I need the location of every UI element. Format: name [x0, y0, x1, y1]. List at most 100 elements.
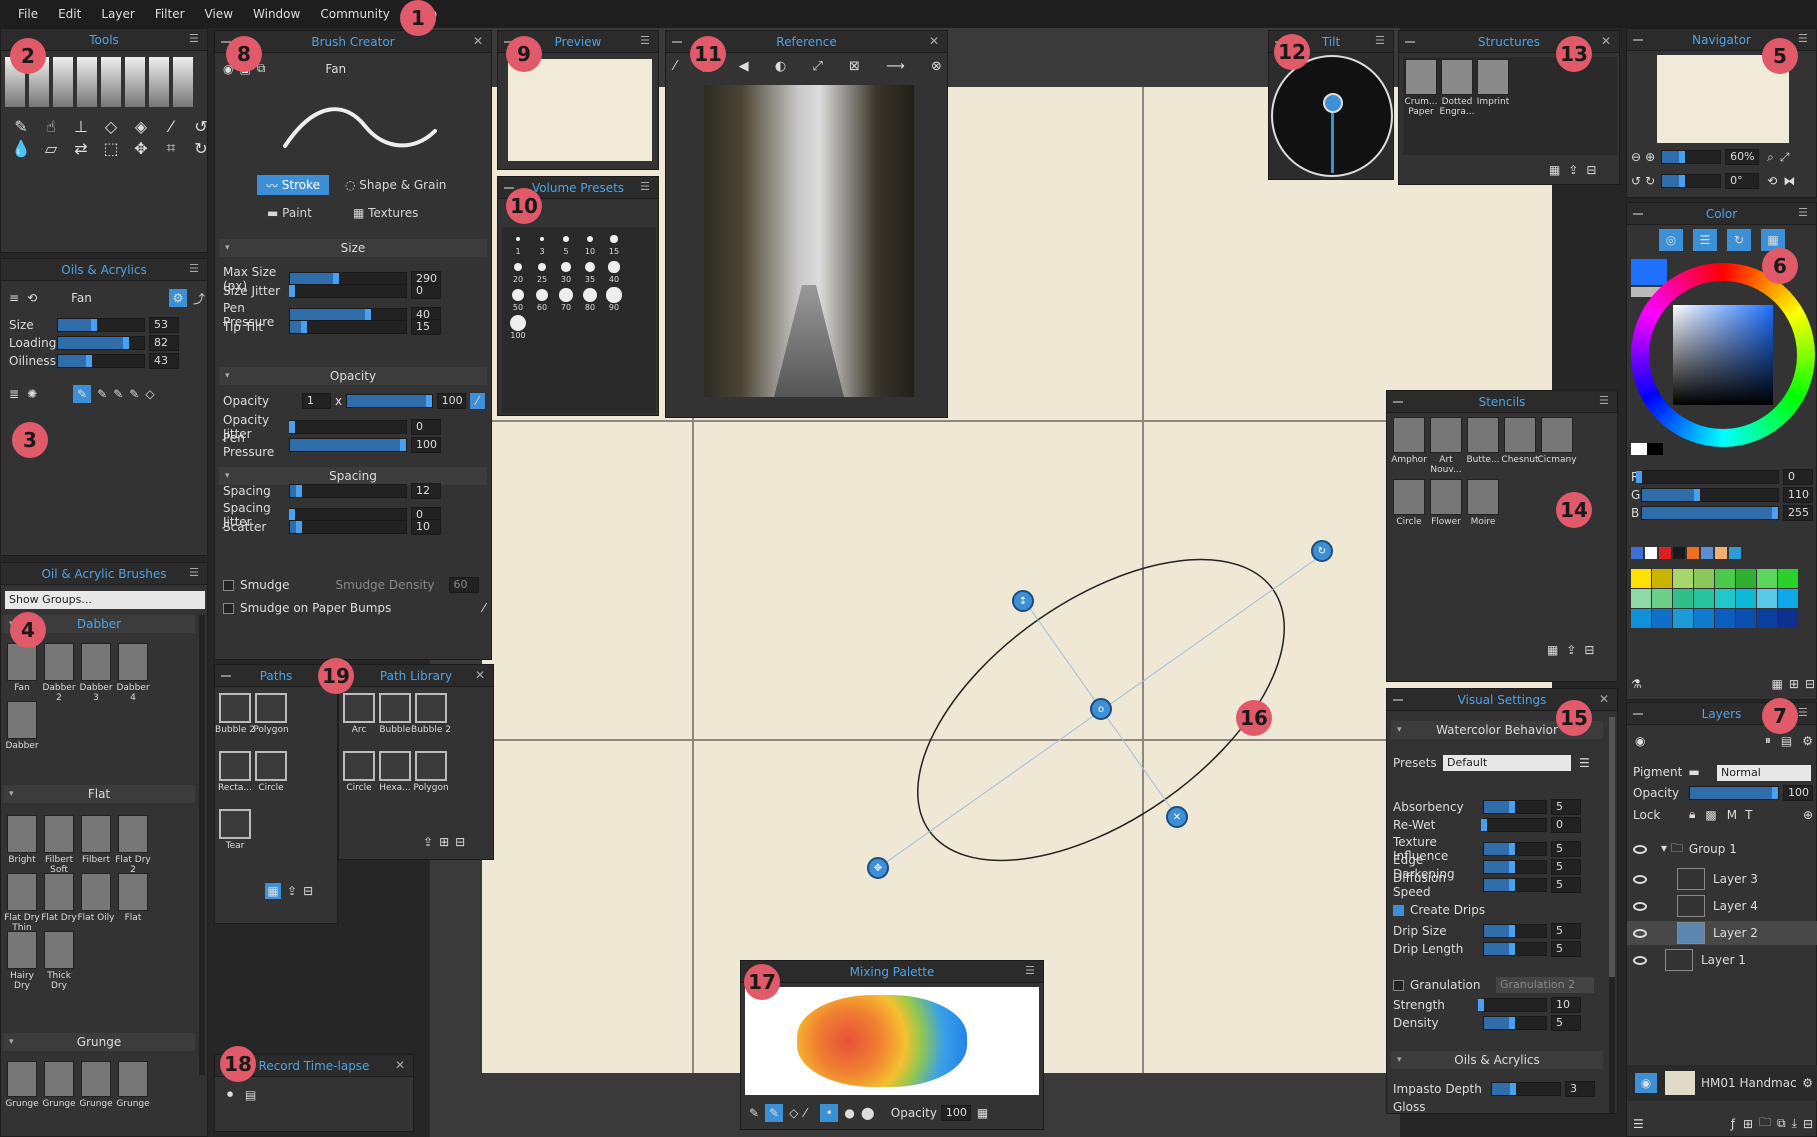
channel-slider[interactable]	[1641, 506, 1779, 520]
menu-layer[interactable]: Layer	[91, 7, 144, 21]
recent-color[interactable]	[1659, 547, 1671, 559]
volume-preset[interactable]	[514, 263, 522, 271]
ellipse-center-handle[interactable]: o	[1090, 698, 1112, 720]
grunge-brush-thumb[interactable]	[118, 1061, 148, 1097]
palette-grid-icon[interactable]: ▦	[977, 1106, 988, 1120]
watercolor-param-slider[interactable]	[1483, 800, 1547, 814]
granulation-param-field[interactable]: 5	[1551, 1015, 1581, 1031]
brush-icon[interactable]: ✎	[749, 1106, 759, 1120]
close-icon[interactable]: ✕	[1599, 692, 1609, 706]
grid-view-icon[interactable]: ▦	[1549, 163, 1560, 177]
color-swatch[interactable]	[1715, 569, 1735, 588]
texture-icon[interactable]: ▤	[1781, 734, 1792, 748]
layer-settings-icon[interactable]: ☰	[1633, 1117, 1644, 1131]
stencil-thumb[interactable]	[1393, 479, 1425, 515]
dropper-icon[interactable]: ✎	[97, 387, 107, 401]
remove-icon[interactable]: ⊟	[1584, 643, 1594, 657]
grid-icon[interactable]: ⊠	[849, 59, 860, 74]
curve-icon[interactable]: ⤴	[193, 290, 205, 307]
opacity-section-header[interactable]: Opacity	[219, 367, 487, 385]
import-icon[interactable]: ⇪	[1566, 643, 1576, 657]
flat-brush-thumb[interactable]	[7, 873, 37, 911]
visual-scrollbar[interactable]	[1609, 717, 1615, 1113]
color-swatch[interactable]	[1694, 589, 1714, 608]
library-path-thumb[interactable]	[379, 751, 411, 781]
fill-icon[interactable]: ◈	[127, 117, 155, 136]
volume-preset[interactable]	[563, 236, 569, 242]
flat-brush-thumb[interactable]	[44, 931, 74, 969]
lock-type-icon[interactable]: T	[1745, 808, 1752, 822]
pin-icon[interactable]: ⟶	[886, 59, 905, 74]
star-tool-icon[interactable]	[173, 57, 193, 107]
menu-view[interactable]: View	[195, 7, 243, 21]
ellipse-move-handle[interactable]: ✥	[867, 857, 889, 879]
library-path-thumb[interactable]	[415, 751, 447, 781]
opacity-value-field[interactable]: 100	[436, 393, 466, 409]
settings-toggle-icon[interactable]: ⚙	[168, 289, 187, 307]
volume-preset[interactable]	[561, 262, 571, 272]
lock-position-icon[interactable]: ⊕	[1803, 808, 1813, 822]
dabber-brush-thumb[interactable]	[7, 701, 37, 739]
panel-menu-icon[interactable]: ☰	[1375, 35, 1387, 47]
reset-rotation-icon[interactable]: ⟲	[1767, 174, 1777, 188]
menu-window[interactable]: Window	[243, 7, 310, 21]
flat-brush-thumb[interactable]	[81, 815, 111, 853]
layer-group-row[interactable]: ▾ 🗀︎ Group 1	[1633, 839, 1813, 859]
drip-param-field[interactable]: 5	[1551, 923, 1581, 939]
color-swatch[interactable]	[1694, 569, 1714, 588]
flip-icon[interactable]: ⧓	[1783, 174, 1795, 188]
eye-icon[interactable]: ◉	[1635, 1073, 1657, 1093]
layer-row[interactable]: Layer 1	[1627, 948, 1817, 972]
delete-layer-icon[interactable]: ⊟	[1803, 1117, 1813, 1131]
layer-row[interactable]: Layer 3	[1627, 867, 1817, 891]
rotate-icon[interactable]: ↻	[187, 138, 215, 158]
recent-color[interactable]	[1701, 547, 1713, 559]
spacing-param-field[interactable]: 10	[411, 519, 441, 535]
watercolor-param-field[interactable]: 5	[1551, 877, 1581, 893]
flat-brush-thumb[interactable]	[7, 815, 37, 853]
menu-filter[interactable]: Filter	[145, 7, 195, 21]
eraser-icon[interactable]: ◇	[97, 117, 125, 136]
path-thumb[interactable]	[255, 693, 287, 723]
stencil-thumb[interactable]	[1504, 417, 1536, 453]
eyedropper-icon[interactable]: ⁄	[674, 59, 676, 74]
size-section-header[interactable]: Size	[219, 239, 487, 257]
color-swatch[interactable]	[1715, 589, 1735, 608]
list-icon[interactable]: ≡	[9, 291, 19, 305]
panel-menu-icon[interactable]: ☰	[1798, 207, 1810, 219]
flat-group-header[interactable]: Flat	[3, 785, 195, 803]
paper-settings-icon[interactable]: ⚙	[1802, 1076, 1813, 1090]
stencil-thumb[interactable]	[1467, 479, 1499, 515]
dabber-brush-thumb[interactable]	[44, 643, 74, 681]
color-swatch[interactable]	[1694, 609, 1714, 628]
rotate-left-icon[interactable]: ↺	[1631, 174, 1641, 188]
stencil-thumb[interactable]	[1430, 417, 1462, 453]
oils-param-slider[interactable]	[57, 318, 145, 332]
spacing-param-field[interactable]: 12	[411, 483, 441, 499]
channel-slider[interactable]	[1636, 470, 1779, 484]
size-param-field[interactable]: 0	[411, 283, 441, 299]
color-swatch[interactable]	[1715, 609, 1735, 628]
import-icon[interactable]: ⇪	[423, 835, 433, 849]
film-icon[interactable]: ▤	[245, 1088, 256, 1102]
volume-preset[interactable]	[586, 235, 594, 243]
zoom-field[interactable]: 60%	[1725, 149, 1760, 165]
volume-preset[interactable]	[539, 236, 545, 242]
color-swatch[interactable]	[1757, 589, 1777, 608]
clear-icon[interactable]: ⊗	[931, 59, 942, 74]
eraser-icon[interactable]: ◇	[789, 1106, 798, 1120]
color-swatch[interactable]	[1778, 569, 1798, 588]
volume-preset[interactable]	[535, 288, 549, 302]
remove-icon[interactable]: ⊟	[455, 835, 465, 849]
volume-preset[interactable]	[512, 289, 524, 301]
library-path-thumb[interactable]	[343, 693, 375, 723]
eye-icon[interactable]	[1633, 901, 1647, 911]
mix-brush-icon[interactable]: ✎	[765, 1103, 784, 1122]
volume-preset[interactable]	[516, 237, 520, 241]
grid-view-icon[interactable]: ▦	[1547, 643, 1558, 657]
wheel-mode-icon[interactable]: ◎	[1659, 229, 1683, 251]
grunge-brush-thumb[interactable]	[81, 1061, 111, 1097]
color-swatch[interactable]	[1736, 569, 1756, 588]
ellipse-handle-minor[interactable]: ↕	[1012, 590, 1034, 612]
stencil-thumb[interactable]	[1541, 417, 1573, 453]
